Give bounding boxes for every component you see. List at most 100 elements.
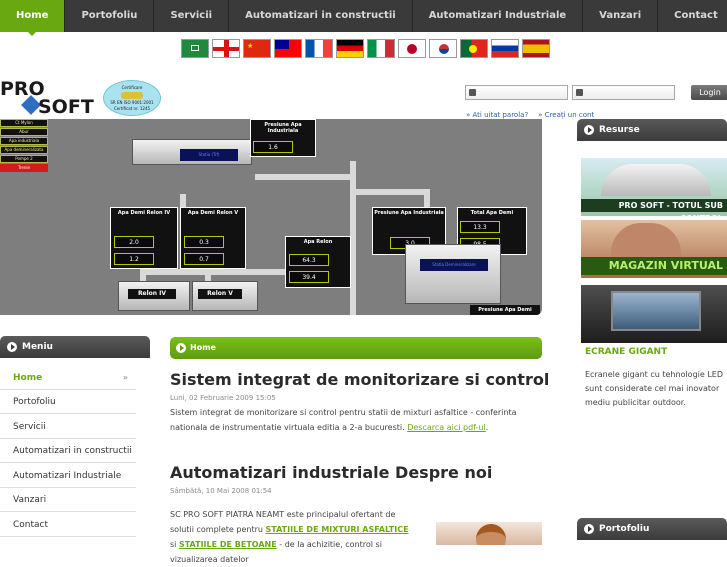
nav-automatizari-industriale[interactable]: Automatizari Industriale [413, 0, 584, 32]
readout: 0.3 [184, 236, 224, 248]
relon-iv-tag: Relon IV [128, 289, 176, 299]
article2-date: Sâmbătă, 10 Mai 2008 01:54 [170, 487, 272, 495]
menu-item-label: Automatizari in constructii [13, 446, 132, 456]
banner-magazin[interactable]: MAGAZIN VIRTUAL [581, 220, 727, 278]
scada-list-item: Pompe 2 [0, 155, 48, 163]
ecrane-title[interactable]: ECRANE GIGANT [585, 347, 667, 357]
article2-photo [436, 522, 542, 545]
pipe [350, 189, 430, 195]
article1-title[interactable]: Sistem integrat de monitorizare si contr… [170, 370, 549, 389]
bullet-arrow-icon [7, 342, 17, 352]
flag-taiwan-icon[interactable] [274, 39, 302, 58]
breadcrumb-home[interactable]: Home [190, 343, 216, 352]
menu-item-label: Portofoliu [13, 397, 56, 407]
article2-body: SC PRO SOFT PIATRA NEAMT este principalu… [170, 507, 432, 567]
cert-seal-icon [121, 92, 143, 99]
relon-v-tag: Relon V [198, 289, 242, 299]
scada-list-item: Apa industriala [0, 137, 48, 145]
nav-servicii[interactable]: Servicii [154, 0, 230, 32]
nav-contact[interactable]: Contact [658, 0, 727, 32]
banner-prosoft-caption: PRO SOFT - TOTUL SUB CONTROL [581, 199, 727, 216]
ecrane-text: Ecranele gigant cu tehnologie LED sunt c… [585, 370, 724, 407]
language-flags: ★ [181, 39, 550, 58]
download-pdf-link[interactable]: Descarca aici pdf-ul [407, 423, 486, 432]
menu-item-label: Home [13, 373, 43, 383]
flag-saudi-arabia-icon[interactable] [181, 39, 209, 58]
menu-item-servicii[interactable]: Servicii [0, 415, 136, 439]
flag-england-icon[interactable] [212, 39, 240, 58]
banner-ecrane[interactable] [581, 285, 727, 343]
panel-title: Total Apa Demi [470, 210, 514, 216]
cert-line3: Certificat nr. 1245 [113, 106, 151, 111]
flag-france-icon[interactable] [305, 39, 333, 58]
readout: 1.6 [253, 141, 293, 153]
article2-text1: SC PRO SOFT PIATRA NEAMT este principalu… [170, 510, 396, 519]
menu-item-home[interactable]: Home » [0, 366, 136, 390]
readout: 39.4 [289, 271, 329, 283]
lock-icon [576, 89, 583, 96]
password-input[interactable] [572, 85, 675, 100]
article1-period: . [485, 423, 489, 432]
create-account-link[interactable]: » Creați un cont [538, 111, 594, 119]
readout: 13.3 [460, 221, 500, 233]
panel-title: Apa Demi Relon IV [117, 210, 171, 216]
readout: 2.0 [114, 236, 154, 248]
article1-date: Luni, 02 Februarie 2009 15:05 [170, 394, 276, 402]
menu-item-portofoliu[interactable]: Portofoliu [0, 390, 136, 414]
forgot-password-link[interactable]: » Ati uitat parola? [466, 111, 528, 119]
flag-russia-icon[interactable] [491, 39, 519, 58]
nav-automatizari-constructii[interactable]: Automatizari in constructii [229, 0, 413, 32]
nav-portofoliu[interactable]: Portofoliu [65, 0, 155, 32]
scada-list-item: Ct Mylon [0, 119, 48, 127]
statii-mixturi-link[interactable]: STATIILE DE MIXTURI ASFALTICE [266, 525, 409, 534]
scada-list-item: Trenie [0, 164, 48, 172]
readout: 1.2 [114, 253, 154, 265]
prosoft-logo[interactable]: PRO SOFT [0, 78, 100, 118]
banner-prosoft[interactable]: PRO SOFT - TOTUL SUB CONTROL [581, 158, 727, 216]
flag-spain-icon[interactable] [522, 39, 550, 58]
menu-item-vanzari[interactable]: Vanzari [0, 488, 136, 512]
person-photo [476, 524, 506, 545]
cert-line1: Certificare [121, 85, 143, 90]
flag-china-icon[interactable]: ★ [243, 39, 271, 58]
flag-italy-icon[interactable] [367, 39, 395, 58]
menu-item-label: Contact [13, 520, 49, 530]
menu-header: Meniu [0, 336, 150, 358]
flag-germany-icon[interactable] [336, 39, 364, 58]
article2-text2: solutii complete pentru [170, 525, 266, 534]
bullet-arrow-icon [584, 524, 594, 534]
readout: 64.3 [289, 254, 329, 266]
banner-magazin-caption: MAGAZIN VIRTUAL [581, 257, 727, 275]
user-icon [469, 89, 476, 96]
article1-body: Sistem integrat de monitorizare si contr… [170, 405, 535, 435]
flag-portugal-icon[interactable] [460, 39, 488, 58]
nav-vanzari[interactable]: Vanzari [583, 0, 659, 32]
top-navigation: Home Portofoliu Servicii Automatizari in… [0, 0, 727, 36]
nav-home[interactable]: Home [0, 0, 66, 36]
scada-list-item: Apa demineralizata [0, 146, 48, 154]
cert-line2: SR EN ISO 9001:2001 [110, 100, 154, 105]
menu-item-contact[interactable]: Contact [0, 513, 136, 537]
menu-title: Meniu [22, 342, 53, 352]
pipe [255, 174, 355, 180]
banner-shoppers [611, 223, 681, 259]
demineralization-unit [405, 244, 501, 304]
bullet-arrow-icon [176, 343, 186, 353]
username-input[interactable] [465, 85, 568, 100]
logo-soft-text: SOFT [38, 96, 94, 118]
screen-top: Statia (Trf) [180, 149, 238, 161]
iso-certificate-badge: Certificare SR EN ISO 9001:2001 Certific… [103, 80, 161, 116]
readout: 0.7 [184, 253, 224, 265]
menu-item-automatizari-constructii[interactable]: Automatizari in constructii [0, 439, 136, 463]
flag-japan-icon[interactable] [398, 39, 426, 58]
flag-south-korea-icon[interactable] [429, 39, 457, 58]
banner-building [601, 164, 711, 196]
panel-title: Apa Demi Relon V [187, 210, 239, 216]
scada-list-item: Abur [0, 128, 48, 136]
login-button[interactable]: Login [691, 85, 727, 100]
bottom-right-tag: Presiune Apa Demi [470, 305, 540, 315]
scada-side-list: Ct Mylon Abur Apa industriala Apa demine… [0, 119, 48, 173]
breadcrumb: Home [170, 337, 542, 359]
article2-title[interactable]: Automatizari industriale Despre noi [170, 463, 492, 482]
menu-item-automatizari-industriale[interactable]: Automatizari Industriale [0, 464, 136, 488]
